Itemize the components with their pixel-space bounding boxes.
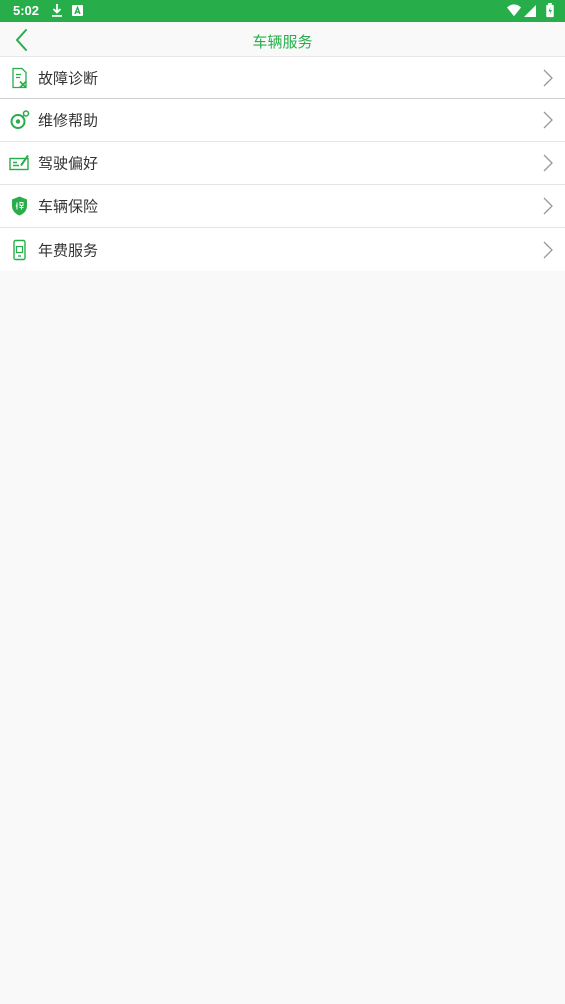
status-time: 5:02 — [13, 3, 40, 18]
wifi-icon — [507, 4, 521, 17]
menu-item-label: 驾驶偏好 — [38, 154, 99, 173]
menu-item-annual-fee-service[interactable]: 年费服务 — [0, 228, 565, 271]
chevron-right-icon — [543, 111, 553, 129]
diagnosis-icon — [12, 67, 27, 88]
battery-icon — [546, 3, 554, 18]
annual-fee-icon — [13, 239, 26, 260]
chevron-right-icon — [543, 197, 553, 215]
chevron-right-icon — [543, 154, 553, 172]
insurance-shield-icon — [12, 196, 27, 216]
menu-item-label: 维修帮助 — [38, 111, 99, 130]
menu-item-label: 车辆保险 — [38, 197, 99, 216]
status-bar: 5:02 — [0, 0, 565, 22]
menu-item-label: 故障诊断 — [38, 69, 99, 87]
chevron-right-icon — [543, 69, 553, 86]
menu-item-driving-preference[interactable]: 驾驶偏好 — [0, 142, 565, 185]
menu-item-vehicle-insurance[interactable]: 车辆保险 — [0, 185, 565, 228]
page-title: 车辆服务 — [252, 33, 313, 51]
menu-item-label: 年费服务 — [38, 241, 99, 259]
menu-item-fault-diagnosis[interactable]: 故障诊断 — [0, 57, 565, 99]
driving-preference-icon — [9, 154, 29, 171]
chevron-right-icon — [543, 241, 553, 258]
app-bar: 车辆服务 — [0, 22, 565, 57]
signal-icon — [524, 5, 536, 17]
menu-list: 故障诊断 维修帮助 驾驶偏好 车辆保险 年费服务 — [0, 57, 565, 271]
download-icon — [52, 4, 62, 17]
menu-item-repair-help[interactable]: 维修帮助 — [0, 99, 565, 142]
repair-icon — [10, 110, 30, 129]
a-icon — [72, 5, 83, 16]
